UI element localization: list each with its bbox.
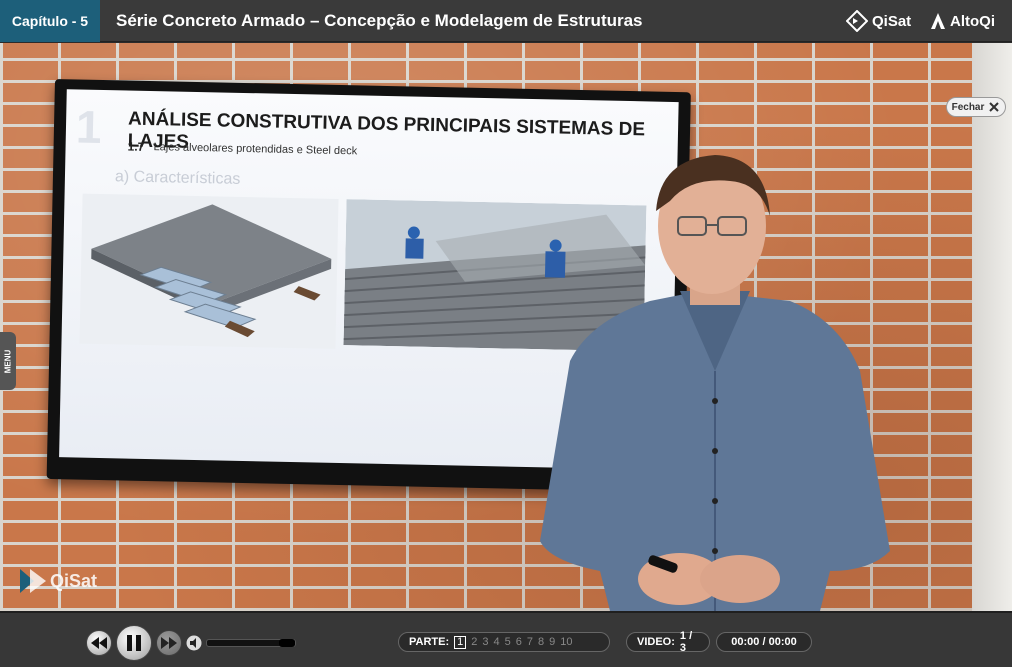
time-display: 00:00 / 00:00 [716,632,812,652]
rewind-button[interactable] [86,630,112,656]
qisat-logo: QiSat [846,9,911,33]
qisat-watermark-icon [20,569,46,593]
volume-slider[interactable] [206,639,296,647]
part-3[interactable]: 3 [482,636,488,648]
watermark-text: QiSat [50,570,98,591]
time-value: 00:00 / 00:00 [731,636,797,648]
course-title: Série Concreto Armado – Concepção e Mode… [116,11,643,30]
fast-forward-button[interactable] [156,630,182,656]
part-4[interactable]: 4 [494,636,500,648]
qisat-watermark: QiSat [18,567,97,595]
wall-edge [972,43,1012,611]
close-button[interactable]: Fechar [946,97,1006,117]
part-9[interactable]: 9 [549,636,555,648]
altoqi-logo-icon [931,13,945,29]
video-player[interactable]: 1 ANÁLISE CONSTRUTIVA DOS PRINCIPAIS SIS… [0,43,1012,611]
altoqi-logo: AltoQi [930,9,995,33]
close-label: Fechar [951,101,985,113]
close-icon [989,102,1000,112]
presenter [530,131,900,611]
hollow-core-slab-image [79,193,339,349]
chapter-label: Capítulo - 5 [0,0,100,42]
menu-label: MENU [3,349,13,373]
slide-section: a) Características [114,168,241,188]
video-value: 1 / 3 [679,630,693,654]
volume-icon[interactable] [186,635,202,651]
video-label: VIDEO: [637,636,675,648]
slide-number: 1 [75,100,103,153]
qisat-brand-text: QiSat [872,12,912,30]
slide-subtitle-number: 1.7 [127,139,145,154]
part-1[interactable]: 1 [454,635,467,649]
header-bar: Capítulo - 5 Série Concreto Armado – Con… [0,0,1012,42]
part-6[interactable]: 6 [516,636,522,648]
menu-tab[interactable]: MENU [0,332,16,390]
part-10[interactable]: 10 [560,636,572,648]
part-7[interactable]: 7 [527,636,533,648]
pause-button[interactable] [116,625,152,661]
part-5[interactable]: 5 [505,636,511,648]
parts-label: PARTE: [409,636,450,648]
rewind-icon [91,637,107,649]
player-controls: PARTE: 1 2 3 4 5 6 7 8 9 10 VIDEO: 1 / 3… [0,611,1012,667]
video-counter: VIDEO: 1 / 3 [626,630,710,654]
qisat-logo-icon [846,10,868,32]
part-2[interactable]: 2 [471,636,477,648]
volume-knob[interactable] [279,639,295,647]
parts-selector: PARTE: 1 2 3 4 5 6 7 8 9 10 [398,632,610,652]
altoqi-brand-text: AltoQi [950,12,995,30]
fast-forward-icon [161,637,177,649]
pause-icon [127,635,141,651]
part-8[interactable]: 8 [538,636,544,648]
